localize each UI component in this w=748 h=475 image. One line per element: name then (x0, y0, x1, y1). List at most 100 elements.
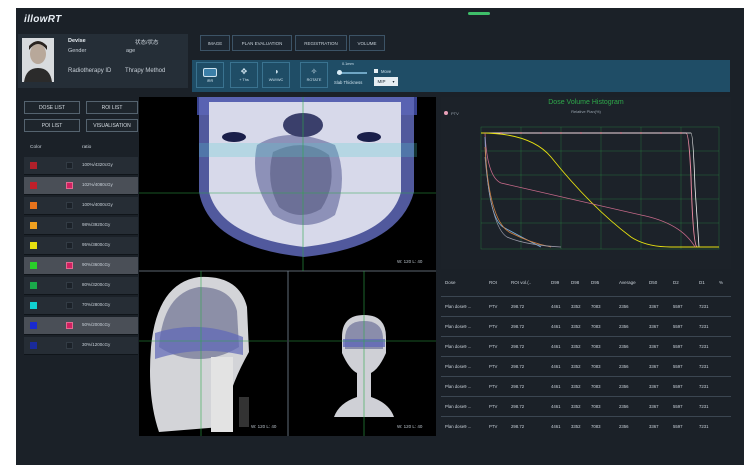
dose-checkbox[interactable] (66, 282, 73, 289)
crosshair-icon: ✥ (240, 67, 248, 76)
tab-plan-evaluation[interactable]: PLAN EVALUATION (232, 35, 292, 51)
dose-label: 50%/2000cGy (82, 322, 111, 327)
column-header[interactable]: Dose (445, 280, 456, 285)
table-cell: Plan dose9 ... (445, 364, 472, 369)
table-cell: PTV (489, 384, 498, 389)
table-cell: 298.72 (511, 424, 525, 429)
column-header[interactable]: D50 (649, 280, 657, 285)
column-header[interactable]: D98 (571, 280, 579, 285)
roi-list-button[interactable]: ROI LIST (86, 101, 138, 114)
dose-row[interactable]: 80%/3200cGy (24, 277, 138, 295)
table-cell: 3352 (571, 424, 581, 429)
tool-rotate[interactable]: ✧ ROTATE (300, 62, 328, 88)
slab-thickness-label: Slab Thickness (334, 80, 363, 85)
visualisation-button[interactable]: VISUALISATION (86, 119, 138, 132)
table-cell: 3352 (571, 404, 581, 409)
patient-status: 状态/状态 (135, 40, 159, 46)
table-cell: 2356 (619, 364, 629, 369)
column-header[interactable]: D2 (673, 280, 679, 285)
tool-ww-wc[interactable]: ◑ WW/WC (262, 62, 290, 88)
mip-select[interactable]: MIP ▾ (374, 77, 398, 86)
table-cell: 2356 (619, 384, 629, 389)
table-row[interactable]: Plan dose9 ... PTV 298.72 4461 3352 7083 2356 3… (441, 336, 731, 356)
ratio-column-header: ratio (82, 145, 92, 150)
image-viewer[interactable]: W: 120 L: 40 W: 120 L: 40 W: 120 L: 40 (139, 97, 436, 436)
dose-checkbox[interactable] (66, 162, 73, 169)
table-cell: 7231 (699, 404, 709, 409)
dvh-plot (480, 126, 720, 250)
table-cell: 7083 (591, 324, 601, 329)
avatar (22, 38, 54, 82)
chevron-down-icon: ▾ (392, 79, 395, 84)
dose-label: 30%/1200cGy (82, 342, 111, 347)
column-header[interactable]: ROI (489, 280, 497, 285)
table-row[interactable]: Plan dose9 ... PTV 298.72 4461 3352 7083 2356 3… (441, 316, 731, 336)
tool-label: IRR (206, 78, 214, 83)
dose-row[interactable]: 95%/3800cGy (24, 237, 138, 255)
dose-row[interactable]: 50%/2000cGy (24, 317, 138, 335)
table-cell: 5597 (673, 344, 683, 349)
radiotherapy-id-label: Radiotherapy ID (68, 68, 112, 74)
dose-checkbox[interactable] (66, 242, 73, 249)
dose-checkbox[interactable] (66, 342, 73, 349)
table-row[interactable]: Plan dose9 ... PTV 298.72 4461 3352 7083 2356 3… (441, 396, 731, 416)
tab-registration[interactable]: REGISTRATION (295, 35, 347, 51)
dvh-chart[interactable]: Dose Volume Histogram Relative Plan(%) P… (441, 97, 731, 269)
table-cell: 4461 (551, 324, 561, 329)
dose-checkbox[interactable] (66, 322, 73, 329)
table-cell: 5597 (673, 404, 683, 409)
tab-volume[interactable]: VOLUME (349, 35, 385, 51)
dose-checkbox[interactable] (66, 222, 73, 229)
table-row[interactable]: Plan dose9 ... PTV 298.72 4461 3352 7083 2356 3… (441, 296, 731, 316)
slab-slider-handle[interactable] (337, 70, 342, 75)
table-cell: 7231 (699, 424, 709, 429)
tool-irr[interactable]: IRR (196, 62, 224, 88)
table-cell: 3367 (649, 344, 659, 349)
dose-checkbox[interactable] (66, 202, 73, 209)
table-cell: 3352 (571, 344, 581, 349)
column-header[interactable]: D99 (551, 280, 559, 285)
dose-checkbox[interactable] (66, 262, 73, 269)
table-cell: 3367 (649, 304, 659, 309)
dose-row[interactable]: 30%/1200cGy (24, 337, 138, 355)
dose-row[interactable]: 90%/3600cGy (24, 257, 138, 275)
table-cell: Plan dose9 ... (445, 324, 472, 329)
table-cell: 298.72 (511, 364, 525, 369)
sagittal-window-level: W: 120 L: 40 (251, 424, 277, 429)
table-row[interactable]: Plan dose9 ... PTV 298.72 4461 3352 7083 2356 3… (441, 376, 731, 396)
column-header[interactable]: Average (619, 280, 636, 285)
column-header[interactable]: ROI vol.(.. (511, 280, 531, 285)
move-checkbox[interactable] (374, 69, 378, 73)
table-cell: 3352 (571, 364, 581, 369)
dose-checkbox[interactable] (66, 302, 73, 309)
table-cell: 5597 (673, 364, 683, 369)
column-header[interactable]: D95 (591, 280, 599, 285)
column-header[interactable]: % (719, 280, 723, 285)
tab-image[interactable]: IMAGE (200, 35, 230, 51)
table-cell: PTV (489, 404, 498, 409)
table-cell: 3367 (649, 424, 659, 429)
dose-row[interactable]: 100%/4000cGy (24, 197, 138, 215)
dose-row[interactable]: 100%/4320cGy (24, 157, 138, 175)
dose-list: Color ratio 100%/4320cGy 102%/4080cGy 100%… (24, 143, 138, 358)
table-cell: Plan dose9 ... (445, 424, 472, 429)
app-logo: illowRT (24, 14, 62, 25)
dose-row[interactable]: 102%/4080cGy (24, 177, 138, 195)
dose-row[interactable]: 70%/2800cGy (24, 297, 138, 315)
sagittal-view (139, 271, 287, 436)
dose-checkbox[interactable] (66, 182, 73, 189)
table-row[interactable]: Plan dose9 ... PTV 298.72 4461 3352 7083 2356 3… (441, 416, 731, 436)
poi-list-button[interactable]: POI LIST (24, 119, 80, 132)
dose-color-swatch (30, 322, 37, 329)
dose-label: 95%/3800cGy (82, 242, 111, 247)
dose-row[interactable]: 98%/3920cGy (24, 217, 138, 235)
patient-card: Devise 状态/状态 Gender age Radiotherapy ID … (18, 34, 188, 88)
move-label: Move (381, 69, 392, 74)
dose-statistics-table: Dose ROI ROI vol.(.. D99 D98 D95 Average D50 D2 D… (441, 274, 731, 437)
table-cell: 3352 (571, 324, 581, 329)
table-row[interactable]: Plan dose9 ... PTV 298.72 4461 3352 7083 2356 3… (441, 356, 731, 376)
coronal-view (289, 271, 436, 436)
column-header[interactable]: D1 (699, 280, 705, 285)
dose-list-button[interactable]: DOSE LIST (24, 101, 80, 114)
tool-crosshair[interactable]: ✥ + Ths (230, 62, 258, 88)
